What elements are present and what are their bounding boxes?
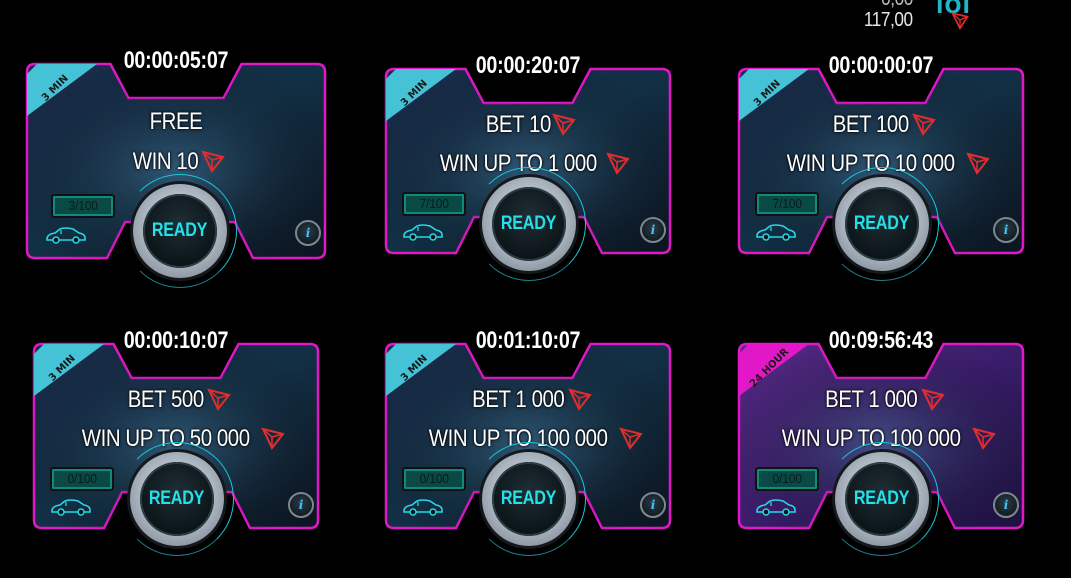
tron-gem-icon <box>921 388 945 411</box>
ready-button[interactable]: READY <box>825 442 939 556</box>
car-icon <box>755 223 797 241</box>
participants-counter: 0/100 <box>402 467 466 491</box>
bet-line: BET 10 <box>386 111 670 139</box>
tron-gem-icon <box>552 113 577 136</box>
win-label: WIN 10 <box>133 148 199 175</box>
ready-button-label: READY <box>482 177 576 271</box>
info-icon[interactable]: i <box>288 492 314 518</box>
car-icon <box>402 498 444 516</box>
ready-button[interactable]: READY <box>472 167 586 281</box>
ready-text: READY <box>149 488 205 509</box>
race-card[interactable]: 3 MIN 00:01:10:07 BET 1 000 WIN UP TO 10… <box>384 327 672 556</box>
info-icon[interactable]: i <box>993 217 1019 243</box>
ready-button[interactable]: READY <box>120 442 234 556</box>
tron-gem-icon <box>965 152 990 175</box>
tron-gem-icon <box>568 388 592 411</box>
tron-gem-icon <box>950 12 969 30</box>
participants-count: 7/100 <box>419 196 449 211</box>
participants-count: 0/100 <box>67 471 97 486</box>
participants-count: 0/100 <box>419 471 449 486</box>
tron-gem-icon <box>200 150 225 173</box>
balance-value: 117,00 <box>864 9 913 31</box>
ready-button-label: READY <box>133 184 227 278</box>
race-timer: 00:00:20:07 <box>475 52 581 79</box>
bet-label: BET 500 <box>127 386 205 413</box>
ready-text: READY <box>501 488 557 509</box>
info-icon[interactable]: i <box>640 217 666 243</box>
race-timer: 00:00:10:07 <box>123 327 229 354</box>
bet-line: BET 1 000 <box>739 386 1023 414</box>
ready-text: READY <box>152 220 208 241</box>
participants-count: 3/100 <box>68 198 98 213</box>
info-icon[interactable]: i <box>993 492 1019 518</box>
info-icon[interactable]: i <box>640 492 666 518</box>
tron-gem-icon <box>606 152 631 175</box>
ready-button-label: READY <box>835 177 929 271</box>
race-card[interactable]: 3 MIN 00:00:10:07 BET 500 WIN UP TO 50 0… <box>32 327 320 556</box>
tron-gem-icon <box>206 388 231 411</box>
participants-counter: 7/100 <box>755 192 819 216</box>
tron-gem-icon <box>619 427 643 450</box>
bet-label: BET 1 000 <box>471 386 565 413</box>
bet-label: FREE <box>149 108 203 135</box>
tron-gem-icon <box>972 427 996 450</box>
bet-line: BET 500 <box>34 386 318 414</box>
race-timer: 00:01:10:07 <box>475 327 581 354</box>
bet-label: BET 1 000 <box>824 386 918 413</box>
race-card[interactable]: 3 MIN 00:00:05:07 FREE WIN 10 3/100 READ… <box>25 47 327 288</box>
bet-label: BET 100 <box>832 111 910 138</box>
ready-button-label: READY <box>835 452 929 546</box>
ready-button-label: READY <box>130 452 224 546</box>
bet-line: FREE <box>27 108 325 136</box>
ready-text: READY <box>854 488 910 509</box>
ready-button[interactable]: READY <box>825 167 939 281</box>
ready-button[interactable]: READY <box>123 174 237 288</box>
tron-gem-icon <box>260 427 285 450</box>
ready-text: READY <box>501 213 557 234</box>
ready-button-label: READY <box>482 452 576 546</box>
race-timer: 00:09:56:43 <box>828 327 934 354</box>
win-line: WIN 10 <box>27 148 325 176</box>
ready-text: READY <box>854 213 910 234</box>
car-icon <box>402 223 444 241</box>
participants-count: 0/100 <box>772 471 802 486</box>
race-timer: 00:00:00:07 <box>828 52 934 79</box>
car-icon <box>45 226 87 244</box>
participants-counter: 3/100 <box>51 194 115 218</box>
race-card[interactable]: 24 HOUR 00:09:56:43 BET 1 000 WIN UP TO … <box>737 327 1025 556</box>
info-icon[interactable]: i <box>295 220 321 246</box>
participants-counter: 7/100 <box>402 192 466 216</box>
ready-button[interactable]: READY <box>472 442 586 556</box>
bet-line: BET 100 <box>739 111 1023 139</box>
bet-line: BET 1 000 <box>386 386 670 414</box>
race-card[interactable]: 3 MIN 00:00:00:07 BET 100 WIN UP TO 10 0… <box>737 52 1025 281</box>
race-timer: 00:00:05:07 <box>123 47 229 74</box>
race-card[interactable]: 3 MIN 00:00:20:07 BET 10 WIN UP TO 1 000… <box>384 52 672 281</box>
participants-counter: 0/100 <box>755 467 819 491</box>
car-icon <box>50 498 92 516</box>
car-icon <box>755 498 797 516</box>
participants-count: 7/100 <box>772 196 802 211</box>
participants-counter: 0/100 <box>50 467 114 491</box>
bet-label: BET 10 <box>485 111 551 138</box>
balance-panel: 0,00 117,00 IOI <box>0 0 1071 40</box>
tron-gem-icon <box>911 113 936 136</box>
